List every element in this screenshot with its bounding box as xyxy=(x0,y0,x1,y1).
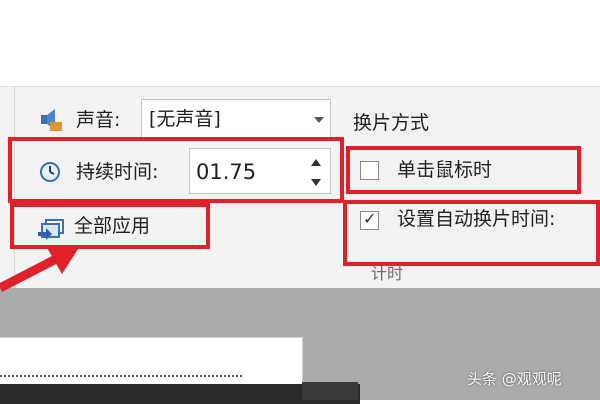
sound-dropdown[interactable]: [无声音] xyxy=(141,99,331,139)
slide-image-edge xyxy=(302,382,358,400)
sound-value: [无声音] xyxy=(149,108,221,130)
watermark: 头条 @观观呢 xyxy=(467,370,562,388)
sound-icon xyxy=(41,109,62,131)
on-click-highlight-box xyxy=(346,146,581,194)
window-top xyxy=(0,0,600,86)
slide-placeholder-border xyxy=(0,375,242,377)
red-arrow-annotation xyxy=(0,246,80,292)
auto-advance-highlight-box xyxy=(343,200,600,266)
duration-highlight-box xyxy=(8,137,344,203)
chevron-down-icon[interactable] xyxy=(314,117,324,123)
sound-label: 声音: xyxy=(76,109,121,131)
advance-slide-title: 换片方式 xyxy=(353,112,430,134)
